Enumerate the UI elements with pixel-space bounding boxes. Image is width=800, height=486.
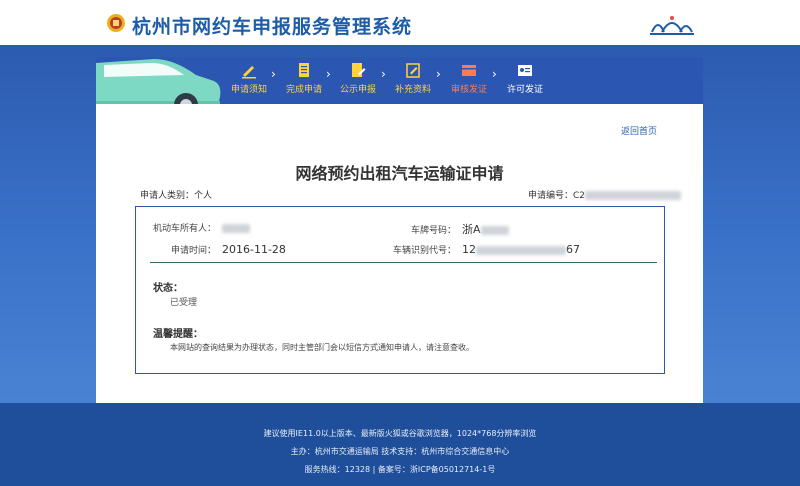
page-footer: 建议使用IE11.0以上版本、最新版火狐或谷歌浏览器，1024*768分辨率浏览… bbox=[0, 403, 800, 486]
status-value: 已受理 bbox=[170, 298, 198, 308]
step-3: 公示申报 bbox=[333, 61, 383, 95]
step-label: 许可发证 bbox=[506, 85, 543, 95]
vin-prefix: 12 bbox=[462, 243, 476, 256]
status-title: 状态： bbox=[153, 283, 183, 294]
form-title: 网络预约出租汽车运输证申请 bbox=[295, 164, 504, 183]
chevron-right-icon: › bbox=[381, 67, 386, 81]
notice-text: 本网站的查询结果为办理状态，同时主管部门会以短信方式通知申请人，请注意查收。 bbox=[170, 343, 474, 352]
form-edit-icon bbox=[406, 63, 420, 78]
redacted-plate bbox=[480, 226, 509, 235]
application-info-box: 机动车所有人： 车牌号码： 浙A 申请时间： 2016-11-28 车辆识别代号： 1… bbox=[135, 206, 665, 374]
step-4: 补充资料 bbox=[388, 61, 438, 95]
footer-hotline: 服务热线：12328 | 备案号：浙ICP备05012714-1号 bbox=[304, 465, 496, 474]
applicant-type-label: 申请人类别： bbox=[140, 191, 195, 201]
plate-row: 车牌号码： 浙A bbox=[376, 221, 509, 237]
step-label: 补充资料 bbox=[394, 85, 431, 95]
edit-document-icon bbox=[352, 63, 366, 77]
notice-title: 温馨提醒： bbox=[153, 329, 203, 340]
vehicle-owner-row: 机动车所有人： bbox=[136, 221, 250, 234]
chevron-right-icon: › bbox=[271, 67, 276, 81]
card-icon bbox=[462, 65, 476, 76]
redacted-owner-name bbox=[222, 224, 250, 233]
pencil-icon bbox=[242, 66, 256, 79]
application-number-value: C2 bbox=[573, 191, 586, 201]
redacted-application-number bbox=[585, 191, 682, 200]
redacted-vin bbox=[476, 246, 566, 255]
main-stage: 申请须知 › 完成申请 › 公示申报 › 补充资料 › 审核发证 › 许可发证 … bbox=[0, 45, 800, 403]
applicant-type: 申请人类别：个人 bbox=[140, 188, 212, 201]
step-label: 申请须知 bbox=[230, 85, 267, 95]
chevron-right-icon: › bbox=[492, 67, 497, 81]
emblem-logo-icon bbox=[107, 14, 125, 32]
plate-value: 浙A bbox=[462, 223, 481, 236]
apply-date-value: 2016-11-28 bbox=[222, 243, 286, 256]
document-icon bbox=[299, 63, 309, 77]
chevron-right-icon: › bbox=[436, 67, 441, 81]
footer-organizer: 主办：杭州市交通运输局 技术支持：杭州市综合交通信息中心 bbox=[290, 447, 510, 456]
step-label: 审核发证 bbox=[450, 85, 487, 95]
application-number: 申请编号：C2 bbox=[528, 188, 682, 201]
site-title: 杭州市网约车申报服务管理系统 bbox=[132, 16, 413, 38]
apply-date-row: 申请时间： 2016-11-28 bbox=[136, 243, 286, 256]
step-5: 审核发证 bbox=[444, 61, 494, 95]
vin-label: 车辆识别代号： bbox=[392, 246, 456, 256]
step-6: 许可发证 bbox=[500, 61, 550, 95]
top-header: 杭州市网约车申报服务管理系统 bbox=[0, 0, 800, 45]
step-1: 申请须知 bbox=[224, 61, 274, 95]
back-home-link[interactable]: 返回首页 bbox=[621, 124, 657, 137]
plate-label: 车牌号码： bbox=[410, 226, 456, 236]
footer-browser-tip: 建议使用IE11.0以上版本、最新版火狐或谷歌浏览器，1024*768分辨率浏览 bbox=[263, 429, 537, 438]
application-panel: 返回首页 网络预约出租汽车运输证申请 申请人类别：个人 申请编号：C2 机动车所… bbox=[96, 104, 703, 403]
step-label: 公示申报 bbox=[339, 85, 376, 95]
certificate-icon bbox=[518, 65, 532, 76]
chevron-right-icon: › bbox=[326, 67, 331, 81]
vin-row: 车辆识别代号： 12 67 bbox=[376, 243, 580, 256]
step-label: 完成申请 bbox=[285, 85, 322, 95]
transport-brand-icon bbox=[650, 16, 694, 35]
section-divider bbox=[150, 262, 657, 263]
apply-date-label: 申请时间： bbox=[170, 246, 216, 256]
vin-suffix: 67 bbox=[566, 243, 580, 256]
application-number-label: 申请编号： bbox=[528, 191, 574, 201]
vehicle-owner-label: 机动车所有人： bbox=[152, 224, 216, 234]
step-2: 完成申请 bbox=[279, 61, 329, 95]
applicant-type-value: 个人 bbox=[194, 191, 213, 201]
